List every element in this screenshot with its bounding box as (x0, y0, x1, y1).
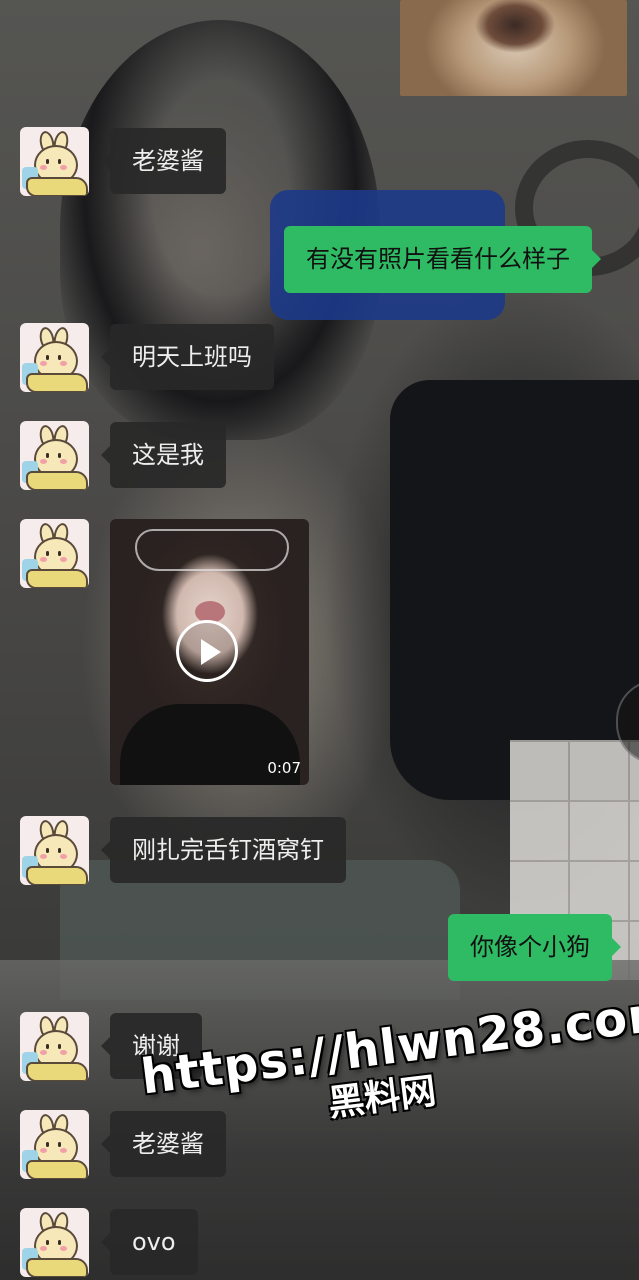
bunny-avatar-icon[interactable] (20, 1012, 89, 1081)
outgoing-message-bubble[interactable]: 有没有照片看看什么样子 (284, 226, 601, 293)
bunny-avatar-icon[interactable] (20, 519, 89, 588)
incoming-message-bubble[interactable]: ovo (101, 1209, 198, 1275)
bunny-avatar-icon[interactable] (20, 1208, 89, 1277)
incoming-message-bubble[interactable]: 老婆酱 (101, 128, 226, 194)
bunny-avatar-icon[interactable] (20, 127, 89, 196)
bunny-avatar-icon[interactable] (20, 1110, 89, 1179)
video-duration: 0:07 (267, 759, 301, 777)
image-message-cat[interactable] (400, 0, 627, 96)
bunny-avatar-icon[interactable] (20, 323, 89, 392)
video-thumbnail-glasses (135, 529, 289, 571)
incoming-message-bubble[interactable]: 这是我 (101, 422, 226, 488)
background-photo-jacket (390, 380, 639, 800)
bunny-avatar-icon[interactable] (20, 816, 89, 885)
bunny-avatar-icon[interactable] (20, 421, 89, 490)
video-message[interactable]: 0:07 (110, 519, 309, 785)
incoming-message-bubble[interactable]: 刚扎完舌钉酒窝钉 (101, 817, 346, 883)
incoming-message-bubble[interactable]: 明天上班吗 (101, 324, 274, 390)
incoming-message-bubble[interactable]: 老婆酱 (101, 1111, 226, 1177)
play-icon[interactable] (176, 620, 238, 682)
outgoing-message-bubble[interactable]: 你像个小狗 (448, 914, 621, 981)
